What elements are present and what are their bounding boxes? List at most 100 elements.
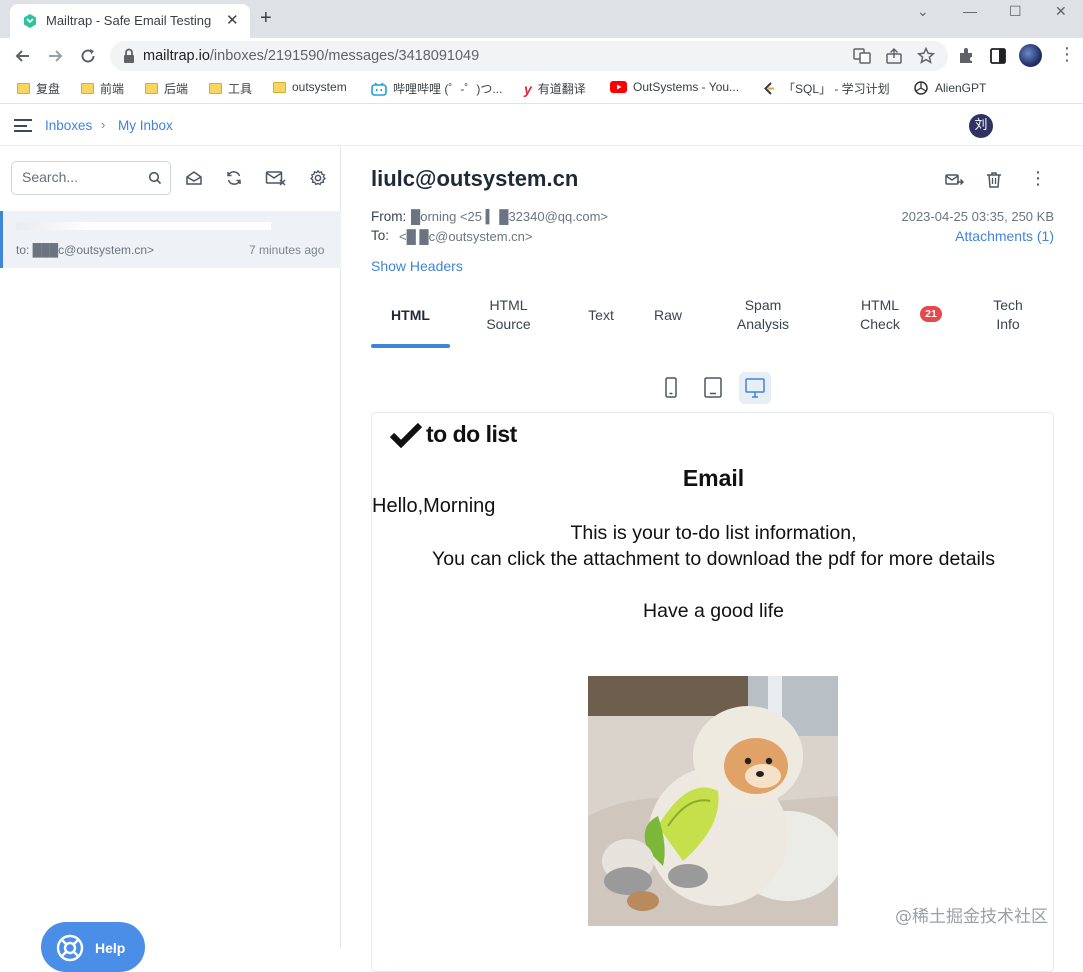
- desktop-icon: [745, 378, 765, 398]
- tab-search-chevron-icon[interactable]: ⌄: [917, 3, 929, 20]
- tab-close-icon[interactable]: ✕: [226, 11, 239, 29]
- message-title: liulc@outsystem.cn: [371, 166, 579, 191]
- from-value: █orning <25 ▍ █32340@qq.com>: [411, 209, 609, 224]
- bookmark-item[interactable]: AlienGPT: [913, 80, 986, 96]
- forward-icon[interactable]: [45, 46, 65, 66]
- to-value: <█ █c@outsystem.cn>: [399, 229, 533, 244]
- message-list-item[interactable]: to: ███c@outsystem.cn> 7 minutes ago: [0, 211, 341, 268]
- todo-logo: to do list: [390, 421, 517, 448]
- folder-icon: [273, 81, 286, 93]
- email-line: This is your to-do list information,: [570, 522, 857, 544]
- profile-avatar[interactable]: [1019, 44, 1042, 67]
- folder-icon: [17, 83, 30, 94]
- email-greeting: Hello,Morning: [372, 495, 496, 517]
- help-button[interactable]: Help: [41, 922, 145, 972]
- search-box[interactable]: [11, 161, 171, 195]
- bookmark-item[interactable]: 复盘: [17, 80, 60, 97]
- side-panel-icon[interactable]: [988, 46, 1008, 66]
- youtube-icon: [610, 81, 627, 93]
- forward-email-icon[interactable]: [944, 170, 964, 190]
- mailtrap-favicon-icon: [24, 14, 36, 28]
- mark-read-icon[interactable]: [185, 169, 203, 187]
- show-headers-link[interactable]: Show Headers: [371, 258, 463, 274]
- new-tab-icon[interactable]: +: [260, 7, 272, 30]
- message-view: liulc@outsystem.cn ⋮ From: █orning <25 ▍…: [341, 146, 1083, 972]
- tab-spam-analysis[interactable]: Spam Analysis: [723, 296, 803, 334]
- folder-icon: [145, 83, 158, 94]
- settings-gear-icon[interactable]: [309, 169, 327, 187]
- folder-icon: [209, 83, 222, 94]
- bookmark-item[interactable]: outsystem: [273, 80, 347, 94]
- bookmark-item[interactable]: 工具: [209, 80, 252, 97]
- window-close-icon[interactable]: ✕: [1055, 3, 1067, 20]
- html-check-badge: 21: [920, 306, 942, 322]
- tab-html-check[interactable]: HTML Check: [845, 296, 915, 334]
- email-heading: Email: [682, 465, 745, 491]
- browser-tab-strip: Mailtrap - Safe Email Testing ✕ + ⌄ — ☐ …: [0, 0, 1083, 38]
- bookmark-item[interactable]: 哔哩哔哩 (゜-゜)つ...: [371, 80, 502, 97]
- watermark-text: @稀土掘金技术社区: [895, 907, 1048, 927]
- app-header: Inboxes › My Inbox 刘: [0, 105, 1083, 146]
- mobile-icon: [665, 377, 677, 398]
- maximize-icon[interactable]: ☐: [1009, 3, 1022, 20]
- tablet-view-button[interactable]: [697, 372, 729, 404]
- tab-html-source[interactable]: HTML Source: [471, 296, 546, 334]
- refresh-icon[interactable]: [225, 169, 243, 187]
- message-date-size: 2023-04-25 03:35, 250 KB: [901, 209, 1054, 224]
- breadcrumb-my-inbox[interactable]: My Inbox: [118, 118, 173, 133]
- browser-menu-icon[interactable]: ⋮: [1058, 44, 1076, 64]
- search-input[interactable]: [22, 169, 142, 185]
- bookmark-item[interactable]: OutSystems - You...: [610, 80, 739, 94]
- back-icon[interactable]: [13, 46, 33, 66]
- browser-toolbar: mailtrap.io/inboxes/2191590/messages/341…: [0, 38, 1083, 74]
- email-html-preview: to do list Email Hello,Morning This is y…: [371, 412, 1054, 972]
- user-avatar[interactable]: 刘: [969, 114, 993, 138]
- breadcrumb-separator: ›: [101, 117, 106, 132]
- translate-icon[interactable]: [852, 46, 872, 66]
- help-lifebuoy-icon: [56, 934, 84, 962]
- tab-text[interactable]: Text: [571, 306, 631, 325]
- browser-tab-title: Mailtrap - Safe Email Testing: [46, 13, 212, 28]
- attachments-link[interactable]: Attachments (1): [955, 228, 1054, 244]
- checkmark-icon: [390, 422, 422, 448]
- inbox-sidebar: to: ███c@outsystem.cn> 7 minutes ago Hel…: [0, 146, 341, 972]
- bookmark-item[interactable]: 前端: [81, 80, 124, 97]
- email-line: Have a good life: [643, 600, 784, 622]
- to-label: To:: [371, 228, 390, 243]
- help-label: Help: [95, 940, 126, 956]
- leetcode-icon: [764, 82, 774, 95]
- bookmark-item[interactable]: y 有道翻译: [524, 80, 586, 97]
- active-tab-indicator: [371, 344, 450, 348]
- message-recipient: to: ███c@outsystem.cn>: [16, 243, 155, 257]
- url-text: mailtrap.io/inboxes/2191590/messages/341…: [143, 48, 480, 64]
- tab-html[interactable]: HTML: [371, 306, 450, 325]
- bookmarks-bar: 复盘 前端 后端 工具 outsystem 哔哩哔哩 (゜-゜)つ... y 有…: [0, 74, 1083, 104]
- share-icon[interactable]: [884, 46, 904, 66]
- tab-raw[interactable]: Raw: [638, 306, 698, 325]
- clear-inbox-icon[interactable]: [265, 169, 287, 187]
- selected-indicator: [0, 211, 3, 268]
- delete-trash-icon[interactable]: [984, 170, 1004, 190]
- mobile-view-button[interactable]: [655, 372, 687, 404]
- bookmark-item[interactable]: 后端: [145, 80, 188, 97]
- shiba-dog-photo: [588, 676, 838, 926]
- bilibili-icon: [371, 82, 387, 96]
- minimize-icon[interactable]: —: [963, 3, 977, 19]
- breadcrumb-inboxes[interactable]: Inboxes: [45, 118, 92, 133]
- extensions-icon[interactable]: [956, 46, 976, 66]
- bookmark-item[interactable]: 「SQL」 - 学习计划: [762, 80, 890, 97]
- message-time: 7 minutes ago: [249, 243, 325, 257]
- lock-icon[interactable]: [122, 48, 136, 64]
- more-options-icon[interactable]: ⋮: [1029, 168, 1049, 188]
- youdao-icon: y: [524, 80, 532, 97]
- address-bar[interactable]: mailtrap.io/inboxes/2191590/messages/341…: [110, 41, 948, 71]
- menu-icon[interactable]: [14, 119, 32, 132]
- from-label: From:: [371, 209, 407, 224]
- openai-icon: [914, 81, 928, 95]
- search-icon[interactable]: [148, 171, 162, 185]
- star-icon[interactable]: [916, 46, 936, 66]
- browser-tab[interactable]: Mailtrap - Safe Email Testing ✕: [10, 4, 250, 38]
- reload-icon[interactable]: [78, 46, 98, 66]
- desktop-view-button[interactable]: [739, 372, 771, 404]
- tab-tech-info[interactable]: Tech Info: [978, 296, 1038, 334]
